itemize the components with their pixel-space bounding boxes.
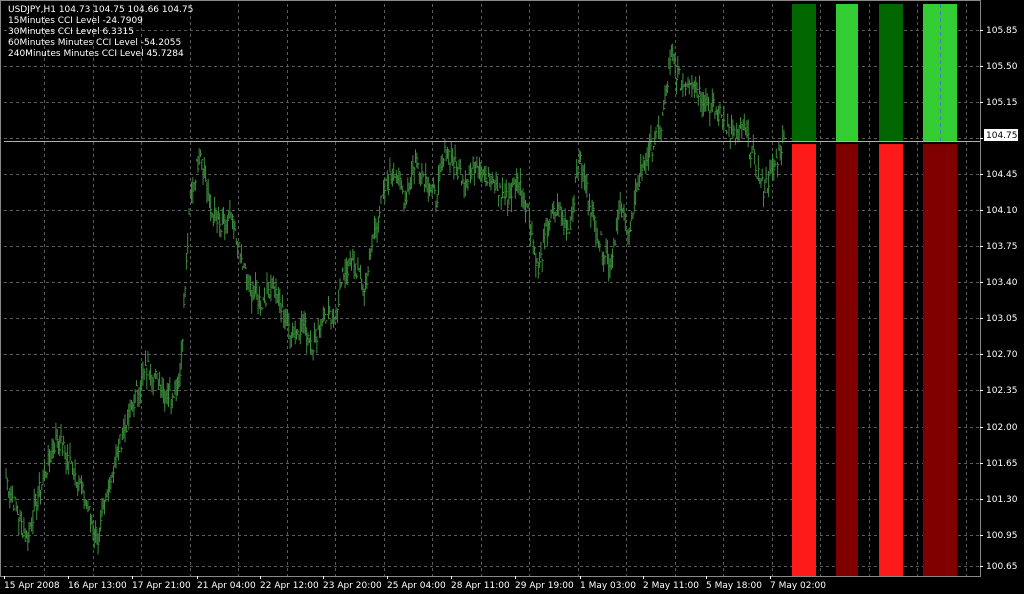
indicator-30min: 30Minutes CCI Level 6.3315: [8, 27, 134, 37]
price-tick-label: 103.05: [986, 314, 1018, 324]
cci-bar-columns: [792, 4, 957, 577]
symbol-info: USDJPY,H1 104.73 104.75 104.66 104.75: [8, 5, 194, 15]
price-axis-labels: 105.85105.50105.15104.80104.45104.10103.…: [980, 26, 1018, 572]
current-price-tag: 104.75: [984, 129, 1018, 141]
cci-bar-upper: [879, 4, 903, 142]
time-tick-label: 28 Apr 11:00: [451, 581, 510, 591]
time-tick-label: 2 May 11:00: [643, 581, 699, 591]
time-tick-label: 25 Apr 04:00: [387, 581, 446, 591]
time-tick-label: 21 Apr 04:00: [197, 581, 256, 591]
price-tick-label: 101.65: [986, 459, 1018, 469]
price-tick-label: 105.85: [986, 26, 1018, 36]
cci-bar-upper: [792, 4, 816, 142]
price-tick-label: 100.65: [986, 562, 1018, 572]
chart-grid: [4, 4, 980, 576]
price-tick-label: 100.95: [986, 531, 1018, 541]
price-tick-label: 102.70: [986, 350, 1018, 360]
time-axis-labels: 15 Apr 2008 16 Apr 13:00 17 Apr 21:00 21 Ap…: [4, 576, 826, 591]
indicator-240min: 240Minutes Minutes CCI Level 45.7284: [8, 49, 184, 59]
price-tick-label: 103.75: [986, 242, 1018, 252]
cci-bar-lower: [836, 144, 858, 577]
time-tick-label: 1 May 03:00: [580, 581, 636, 591]
chart-border: [0, 0, 981, 577]
time-tick-label: 7 May 02:00: [770, 581, 826, 591]
price-tick-label: 105.50: [986, 62, 1018, 72]
cci-bar-lower: [792, 144, 816, 577]
cci-bar-lower: [879, 144, 903, 577]
price-tick-label: 102.00: [986, 423, 1018, 433]
price-tick-label: 104.10: [986, 206, 1018, 216]
price-tick-label: 101.30: [986, 495, 1018, 505]
time-tick-label: 29 Apr 19:00: [515, 581, 574, 591]
cci-bar-lower: [923, 144, 957, 577]
indicator-15min: 15Minutes CCI Level -24.7909: [8, 16, 143, 26]
price-tick-label: 104.45: [986, 170, 1018, 180]
price-chart[interactable]: 105.85105.50105.15104.80104.45104.10103.…: [0, 0, 1024, 594]
time-tick-label: 15 Apr 2008: [4, 581, 60, 591]
time-tick-label: 5 May 18:00: [706, 581, 762, 591]
price-tick-label: 103.40: [986, 278, 1018, 288]
price-tick-label: 102.35: [986, 386, 1018, 396]
time-tick-label: 22 Apr 12:00: [260, 581, 319, 591]
current-price-tag-text: 104.75: [986, 131, 1018, 141]
time-tick-label: 23 Apr 20:00: [323, 581, 382, 591]
price-series: [5, 43, 786, 555]
price-tick-label: 105.15: [986, 98, 1018, 108]
chart-axes: [0, 0, 981, 577]
time-tick-label: 17 Apr 21:00: [132, 581, 191, 591]
time-tick-label: 16 Apr 13:00: [68, 581, 127, 591]
cci-bar-upper: [836, 4, 858, 142]
cci-bar-upper: [923, 4, 957, 142]
indicator-60min: 60Minutes Minutes CCI Level -54.2055: [8, 38, 182, 48]
